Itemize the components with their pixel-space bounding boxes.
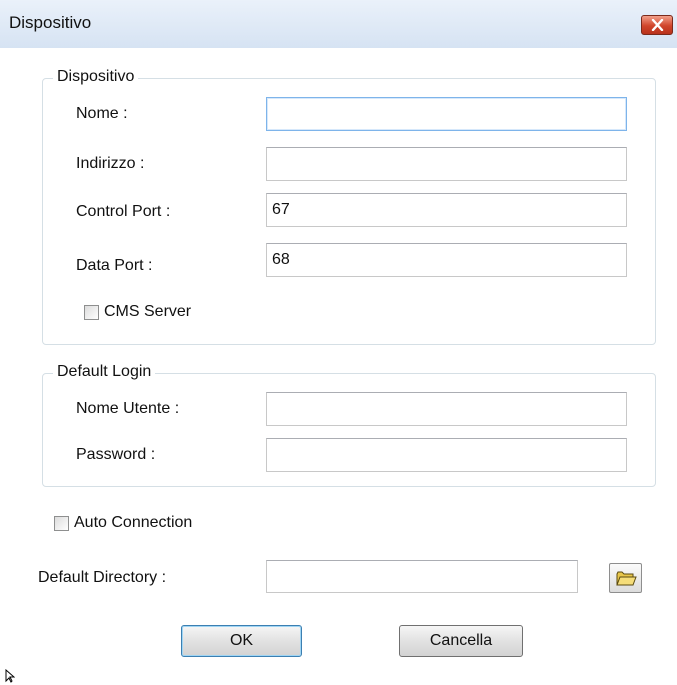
window-title: Dispositivo	[9, 13, 92, 32]
browse-directory-button[interactable]	[609, 563, 642, 593]
control-port-field[interactable]	[266, 193, 627, 227]
cms-server-label[interactable]: CMS Server	[104, 303, 191, 321]
default-directory-label: Default Directory :	[38, 569, 167, 586]
mouse-cursor-icon	[5, 669, 15, 683]
ok-button[interactable]: OK	[181, 625, 302, 657]
data-port-label: Data Port :	[76, 257, 153, 274]
cancel-button[interactable]: Cancella	[399, 625, 523, 657]
close-button[interactable]	[641, 15, 673, 35]
name-label: Nome :	[76, 105, 128, 122]
password-field[interactable]	[266, 438, 627, 472]
data-port-field[interactable]	[266, 243, 627, 277]
address-label: Indirizzo :	[76, 155, 145, 172]
dialog-body: Dispositivo Nome : Indirizzo : Control P…	[0, 48, 677, 685]
password-label: Password :	[76, 446, 156, 463]
title-bar[interactable]: Dispositivo	[0, 0, 677, 49]
name-field[interactable]	[266, 97, 627, 131]
login-group-legend: Default Login	[53, 363, 156, 381]
control-port-label: Control Port :	[76, 203, 171, 220]
username-label: Nome Utente :	[76, 400, 180, 417]
username-field[interactable]	[266, 392, 627, 426]
auto-connection-label[interactable]: Auto Connection	[74, 514, 192, 532]
folder-icon	[616, 571, 637, 586]
close-icon	[651, 19, 664, 31]
default-directory-field[interactable]	[266, 560, 578, 593]
cms-server-checkbox[interactable]	[84, 305, 99, 320]
device-group-legend: Dispositivo	[53, 68, 139, 86]
auto-connection-checkbox[interactable]	[54, 516, 69, 531]
address-field[interactable]	[266, 147, 627, 181]
